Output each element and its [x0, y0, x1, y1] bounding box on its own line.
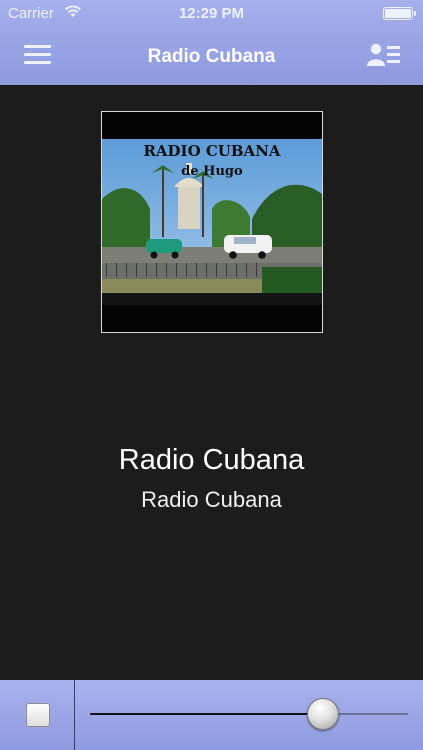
top-bar: Carrier 12:29 PM Radio Cubana — [0, 0, 423, 85]
volume-thumb[interactable] — [307, 698, 339, 730]
volume-track-filled — [90, 713, 322, 715]
stop-icon[interactable] — [26, 703, 50, 727]
station-logo-image: RADIO CUBANA de Hugo — [102, 139, 322, 305]
artwork-line1: RADIO CUBANA — [143, 142, 280, 160]
page-title: Radio Cubana — [147, 46, 276, 67]
status-time: 12:29 PM — [178, 5, 245, 22]
status-bar: Carrier 12:29 PM — [0, 0, 423, 28]
station-title: Radio Cubana — [118, 444, 305, 476]
player-bar — [0, 680, 423, 750]
station-artwork: RADIO CUBANA de Hugo — [101, 111, 323, 333]
battery-icon — [383, 7, 416, 20]
station-subtitle: Radio Cubana — [141, 487, 282, 512]
volume-slider[interactable] — [90, 696, 408, 732]
contact-list-icon[interactable] — [366, 42, 402, 68]
player-divider — [74, 680, 75, 750]
artwork-line2: de Hugo — [181, 164, 243, 179]
